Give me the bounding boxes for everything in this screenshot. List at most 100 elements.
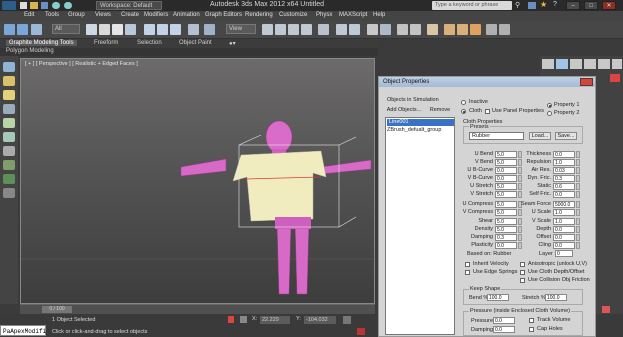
shear-spinner[interactable] (518, 218, 522, 225)
air-res-field[interactable]: 0.03 (553, 167, 575, 174)
offset-spinner[interactable] (576, 234, 580, 241)
tool-icon[interactable] (3, 160, 15, 170)
damping-field[interactable]: 0.3 (495, 234, 517, 241)
dialog-title[interactable]: Object Properties (379, 77, 595, 87)
cameras-icon[interactable] (3, 104, 15, 114)
menu-customize[interactable]: Customize (279, 12, 307, 18)
schematic-view-icon[interactable] (410, 24, 421, 35)
spacewarps-icon[interactable] (3, 132, 15, 142)
toolbar-extra-icon[interactable] (486, 24, 497, 35)
v-compress-field[interactable]: 5.0 (495, 209, 517, 216)
inactive-radio[interactable] (461, 100, 466, 105)
layer-manager-icon[interactable] (367, 24, 378, 35)
graphite-toggle-icon[interactable] (380, 24, 391, 35)
u-b-curve-field[interactable]: 0.0 (495, 167, 517, 174)
v-b-curve-spinner[interactable] (518, 175, 522, 182)
maxscript-listener-input[interactable]: PaApexModifi (0, 325, 46, 336)
help-icon[interactable]: ? (553, 1, 557, 8)
panel-button[interactable] (602, 306, 610, 313)
v-compress-spinner[interactable] (518, 209, 522, 216)
maximize-button[interactable]: □ (584, 1, 598, 10)
select-scale-icon[interactable] (170, 24, 181, 35)
thickness-spinner[interactable] (576, 151, 580, 158)
track-volume-checkbox[interactable] (529, 318, 534, 323)
infocenter-icon[interactable] (528, 2, 536, 9)
save-button[interactable]: Save... (555, 132, 577, 140)
render-setup-icon[interactable] (444, 24, 455, 35)
motion-tab-icon[interactable] (584, 59, 596, 69)
render-production-icon[interactable] (470, 24, 481, 35)
search-icon[interactable]: ⚲ (515, 2, 523, 9)
tab-freeform[interactable]: Freeform (94, 40, 118, 46)
damping-spinner[interactable] (518, 234, 522, 241)
u-bend-spinner[interactable] (518, 151, 522, 158)
add-objects-button[interactable]: Add Objects... (385, 107, 423, 116)
list-item[interactable]: ZBrush_defualt_group (387, 127, 441, 133)
v-stretch-spinner[interactable] (518, 191, 522, 198)
menu-group[interactable]: Group (68, 12, 85, 18)
pressure-field[interactable]: 0.0 (493, 317, 515, 324)
menu-maxscript[interactable]: MAXScript (339, 12, 367, 18)
layer-field[interactable]: 0 (555, 250, 573, 257)
character-model[interactable] (21, 59, 376, 305)
cloth-radio[interactable] (461, 109, 466, 114)
absolute-mode-icon[interactable] (240, 316, 247, 323)
reference-coordinate-dropdown[interactable]: View (226, 24, 256, 34)
dyn-fric-spinner[interactable] (576, 175, 580, 182)
menu-tools[interactable]: Tools (45, 12, 59, 18)
repulsion-spinner[interactable] (576, 159, 580, 166)
stretch-percent-field[interactable]: 100.0 (545, 294, 567, 301)
u-compress-field[interactable]: 5.0 (495, 201, 517, 208)
v-bend-field[interactable]: 5.0 (495, 159, 517, 166)
tool-icon[interactable] (3, 188, 15, 198)
anisotropic-checkbox[interactable] (520, 262, 525, 267)
tab-graphite-modeling-tools[interactable]: Graphite Modeling Tools (6, 40, 77, 46)
rectangular-selection-icon[interactable] (112, 24, 123, 35)
u-scale-spinner[interactable] (576, 209, 580, 216)
select-object-icon[interactable] (86, 24, 97, 35)
use-collision-friction-checkbox[interactable] (520, 278, 525, 283)
grid-icon[interactable] (343, 316, 351, 324)
lock-selection-icon[interactable] (228, 316, 234, 323)
menu-edit[interactable]: Edit (24, 12, 34, 18)
mirror-icon[interactable] (336, 24, 347, 35)
modify-tab-icon[interactable] (556, 59, 568, 69)
undo-icon[interactable] (52, 2, 60, 9)
spinner-snap-icon[interactable] (301, 24, 312, 35)
v-b-curve-field[interactable]: 0.0 (495, 175, 517, 182)
u-stretch-field[interactable]: 5.0 (495, 183, 517, 190)
ribbon-panel-title[interactable]: Polygon Modeling (6, 48, 54, 54)
static-spinner[interactable] (576, 183, 580, 190)
undo-icon[interactable] (4, 24, 15, 35)
app-logo-icon[interactable] (2, 1, 16, 10)
create-icon[interactable] (3, 62, 15, 72)
perspective-viewport[interactable]: [ + ] [ Perspective ] [ Realistic + Edge… (20, 58, 376, 305)
menu-modifiers[interactable]: Modifiers (144, 12, 168, 18)
u-bend-field[interactable]: 5.0 (495, 151, 517, 158)
create-tab-icon[interactable] (542, 59, 554, 69)
menu-views[interactable]: Views (95, 12, 111, 18)
color-swatch[interactable] (610, 74, 620, 82)
depth-field[interactable]: 0.0 (553, 226, 575, 233)
select-link-icon[interactable] (31, 24, 42, 35)
material-editor-icon[interactable] (427, 24, 438, 35)
select-rotate-icon[interactable] (157, 24, 168, 35)
star-icon[interactable]: ★ (540, 1, 547, 9)
redo-icon[interactable] (17, 24, 28, 35)
cap-holes-checkbox[interactable] (529, 327, 534, 332)
save-file-icon[interactable] (41, 2, 48, 9)
menu-physx[interactable]: Physx (316, 12, 332, 18)
property1-radio[interactable] (547, 103, 552, 108)
align-icon[interactable] (349, 24, 360, 35)
self-fric-spinner[interactable] (576, 191, 580, 198)
density-field[interactable]: 5.0 (495, 226, 517, 233)
systems-icon[interactable] (3, 146, 15, 156)
menu-graph-editors[interactable]: Graph Editors (205, 12, 242, 18)
add-time-tag-icon[interactable] (357, 328, 365, 335)
utilities-tab-icon[interactable] (612, 59, 622, 69)
tool-icon[interactable] (3, 174, 15, 184)
tab-object-paint[interactable]: Object Paint (179, 40, 212, 46)
menu-create[interactable]: Create (121, 12, 139, 18)
use-cloth-depth-checkbox[interactable] (520, 270, 525, 275)
air-res-spinner[interactable] (576, 167, 580, 174)
